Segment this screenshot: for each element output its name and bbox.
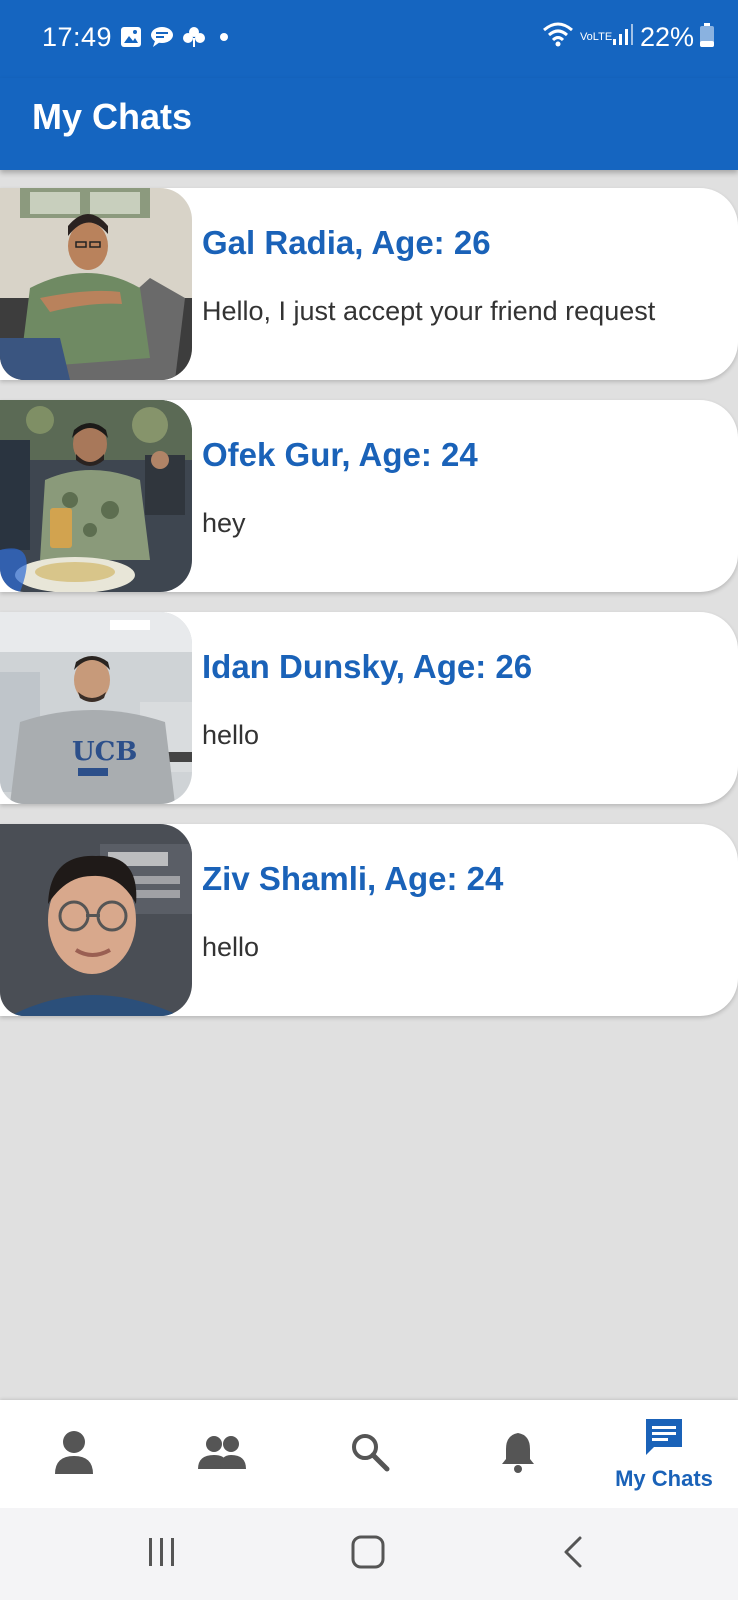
chat-item-gal-radia[interactable]: Gal Radia, Age: 26 Hello, I just accept … — [0, 188, 738, 380]
chat-item-idan-dunsky[interactable]: UCB Idan Dunsky, Age: 26 hello — [0, 612, 738, 804]
chat-bubble-icon — [150, 26, 174, 53]
chat-item-ziv-shamli[interactable]: Ziv Shamli, Age: 24 hello — [0, 824, 738, 1016]
chat-last-message: hey — [202, 508, 246, 538]
wifi-icon — [542, 22, 574, 53]
chat-name: Idan Dunsky, Age: 26 — [202, 648, 533, 685]
app-bar: My Chats — [0, 78, 738, 170]
volte-icon: VoLTE — [579, 31, 613, 43]
nav-profile[interactable] — [0, 1400, 148, 1508]
avatar — [0, 188, 192, 380]
chat-name: Gal Radia, Age: 26 — [202, 224, 491, 261]
nav-notifications[interactable] — [444, 1400, 592, 1508]
avatar: UCB — [0, 612, 192, 804]
chat-name: Ziv Shamli, Age: 24 — [202, 860, 504, 897]
recent-apps-icon[interactable] — [146, 1534, 178, 1575]
system-nav-bar — [0, 1508, 738, 1600]
status-time: 17:49 — [42, 22, 113, 52]
home-icon[interactable] — [350, 1534, 386, 1575]
notification-icons — [120, 26, 234, 53]
chat-last-message: hello — [202, 720, 260, 750]
back-icon[interactable] — [560, 1534, 588, 1575]
clover-icon — [182, 26, 206, 53]
battery-icon — [700, 23, 714, 52]
chat-last-message: Hello, I just accept your friend request — [202, 296, 656, 326]
group-icon — [198, 1435, 246, 1474]
chat-list: Gal Radia, Age: 26 Hello, I just accept … — [0, 188, 738, 1036]
status-bar: 17:49 VoLTE 22% — [0, 0, 738, 78]
battery-percent: 22% — [639, 22, 694, 52]
system-status-icons: VoLTE 22% — [542, 22, 714, 53]
person-icon — [53, 1430, 95, 1479]
signal-icon — [612, 23, 634, 52]
bell-icon — [500, 1431, 536, 1478]
nav-label-my-chats: My Chats — [615, 1465, 713, 1491]
chat-name: Ofek Gur, Age: 24 — [202, 436, 478, 473]
nav-my-chats[interactable]: My Chats — [590, 1400, 738, 1508]
gallery-icon — [120, 26, 142, 53]
chat-item-ofek-gur[interactable]: Ofek Gur, Age: 24 hey — [0, 400, 738, 592]
search-icon — [350, 1432, 390, 1477]
nav-search[interactable] — [296, 1400, 444, 1508]
page-title: My Chats — [32, 96, 193, 137]
chat-icon — [644, 1417, 684, 1462]
avatar — [0, 400, 192, 592]
svg-text:UCB: UCB — [72, 737, 137, 767]
bottom-nav: My Chats — [0, 1400, 738, 1508]
dot-icon — [214, 27, 234, 52]
chat-last-message: hello — [202, 932, 260, 962]
avatar — [0, 824, 192, 1016]
nav-friends[interactable] — [148, 1400, 296, 1508]
